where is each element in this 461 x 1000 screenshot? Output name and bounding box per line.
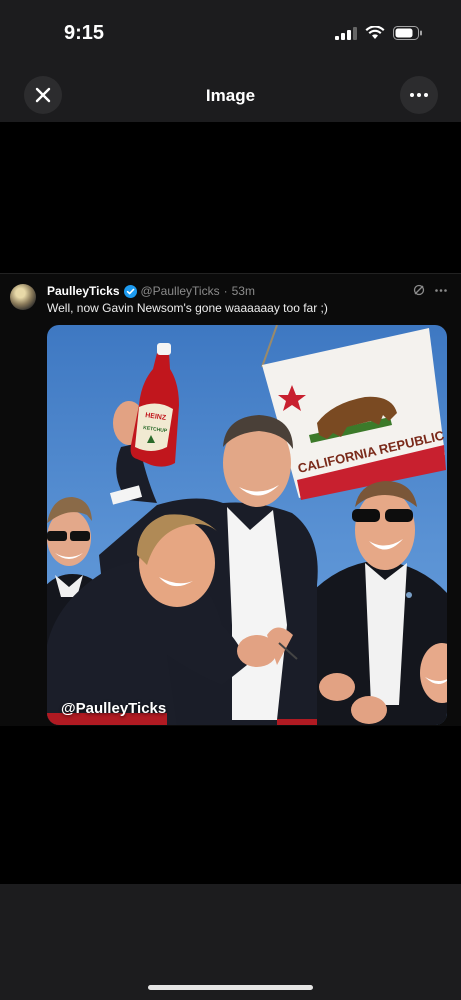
bottom-bar bbox=[0, 884, 461, 1000]
author-name[interactable]: PaulleyTicks bbox=[47, 284, 120, 298]
tweet-text: Well, now Gavin Newsom's gone waaaaaay t… bbox=[47, 301, 328, 315]
more-horizontal-icon bbox=[410, 93, 428, 97]
page-title: Image bbox=[205, 86, 256, 105]
photo-illustration: CALIFORNIA REPUBLIC HEINZ KETCHUP bbox=[47, 325, 447, 725]
tweet-image[interactable]: CALIFORNIA REPUBLIC HEINZ KETCHUP @Paull… bbox=[47, 325, 447, 725]
nav-bar: Image bbox=[0, 62, 461, 122]
status-bar: 9:15 bbox=[0, 0, 461, 62]
image-watermark: @PaulleyTicks bbox=[61, 700, 167, 717]
tweet-age: 53m bbox=[231, 284, 255, 298]
header-separator: · bbox=[223, 284, 228, 298]
status-icons bbox=[335, 26, 423, 40]
battery-icon bbox=[393, 26, 422, 40]
avatar[interactable] bbox=[10, 284, 36, 310]
wifi-icon bbox=[365, 26, 385, 39]
home-indicator[interactable] bbox=[148, 985, 313, 990]
verified-badge-icon bbox=[123, 284, 137, 298]
tweet-header: PaulleyTicks @PaulleyTicks · 53m bbox=[47, 284, 255, 298]
tweet-card[interactable]: PaulleyTicks @PaulleyTicks · 53m Well, n… bbox=[0, 273, 461, 726]
more-options-button[interactable] bbox=[400, 76, 438, 114]
cellular-signal-icon bbox=[335, 27, 357, 40]
tweet-actions bbox=[413, 284, 447, 296]
author-handle: @PaulleyTicks bbox=[140, 284, 220, 298]
grok-icon[interactable] bbox=[413, 284, 425, 296]
tweet-more-icon[interactable] bbox=[435, 288, 447, 292]
status-time: 9:15 bbox=[64, 22, 105, 44]
